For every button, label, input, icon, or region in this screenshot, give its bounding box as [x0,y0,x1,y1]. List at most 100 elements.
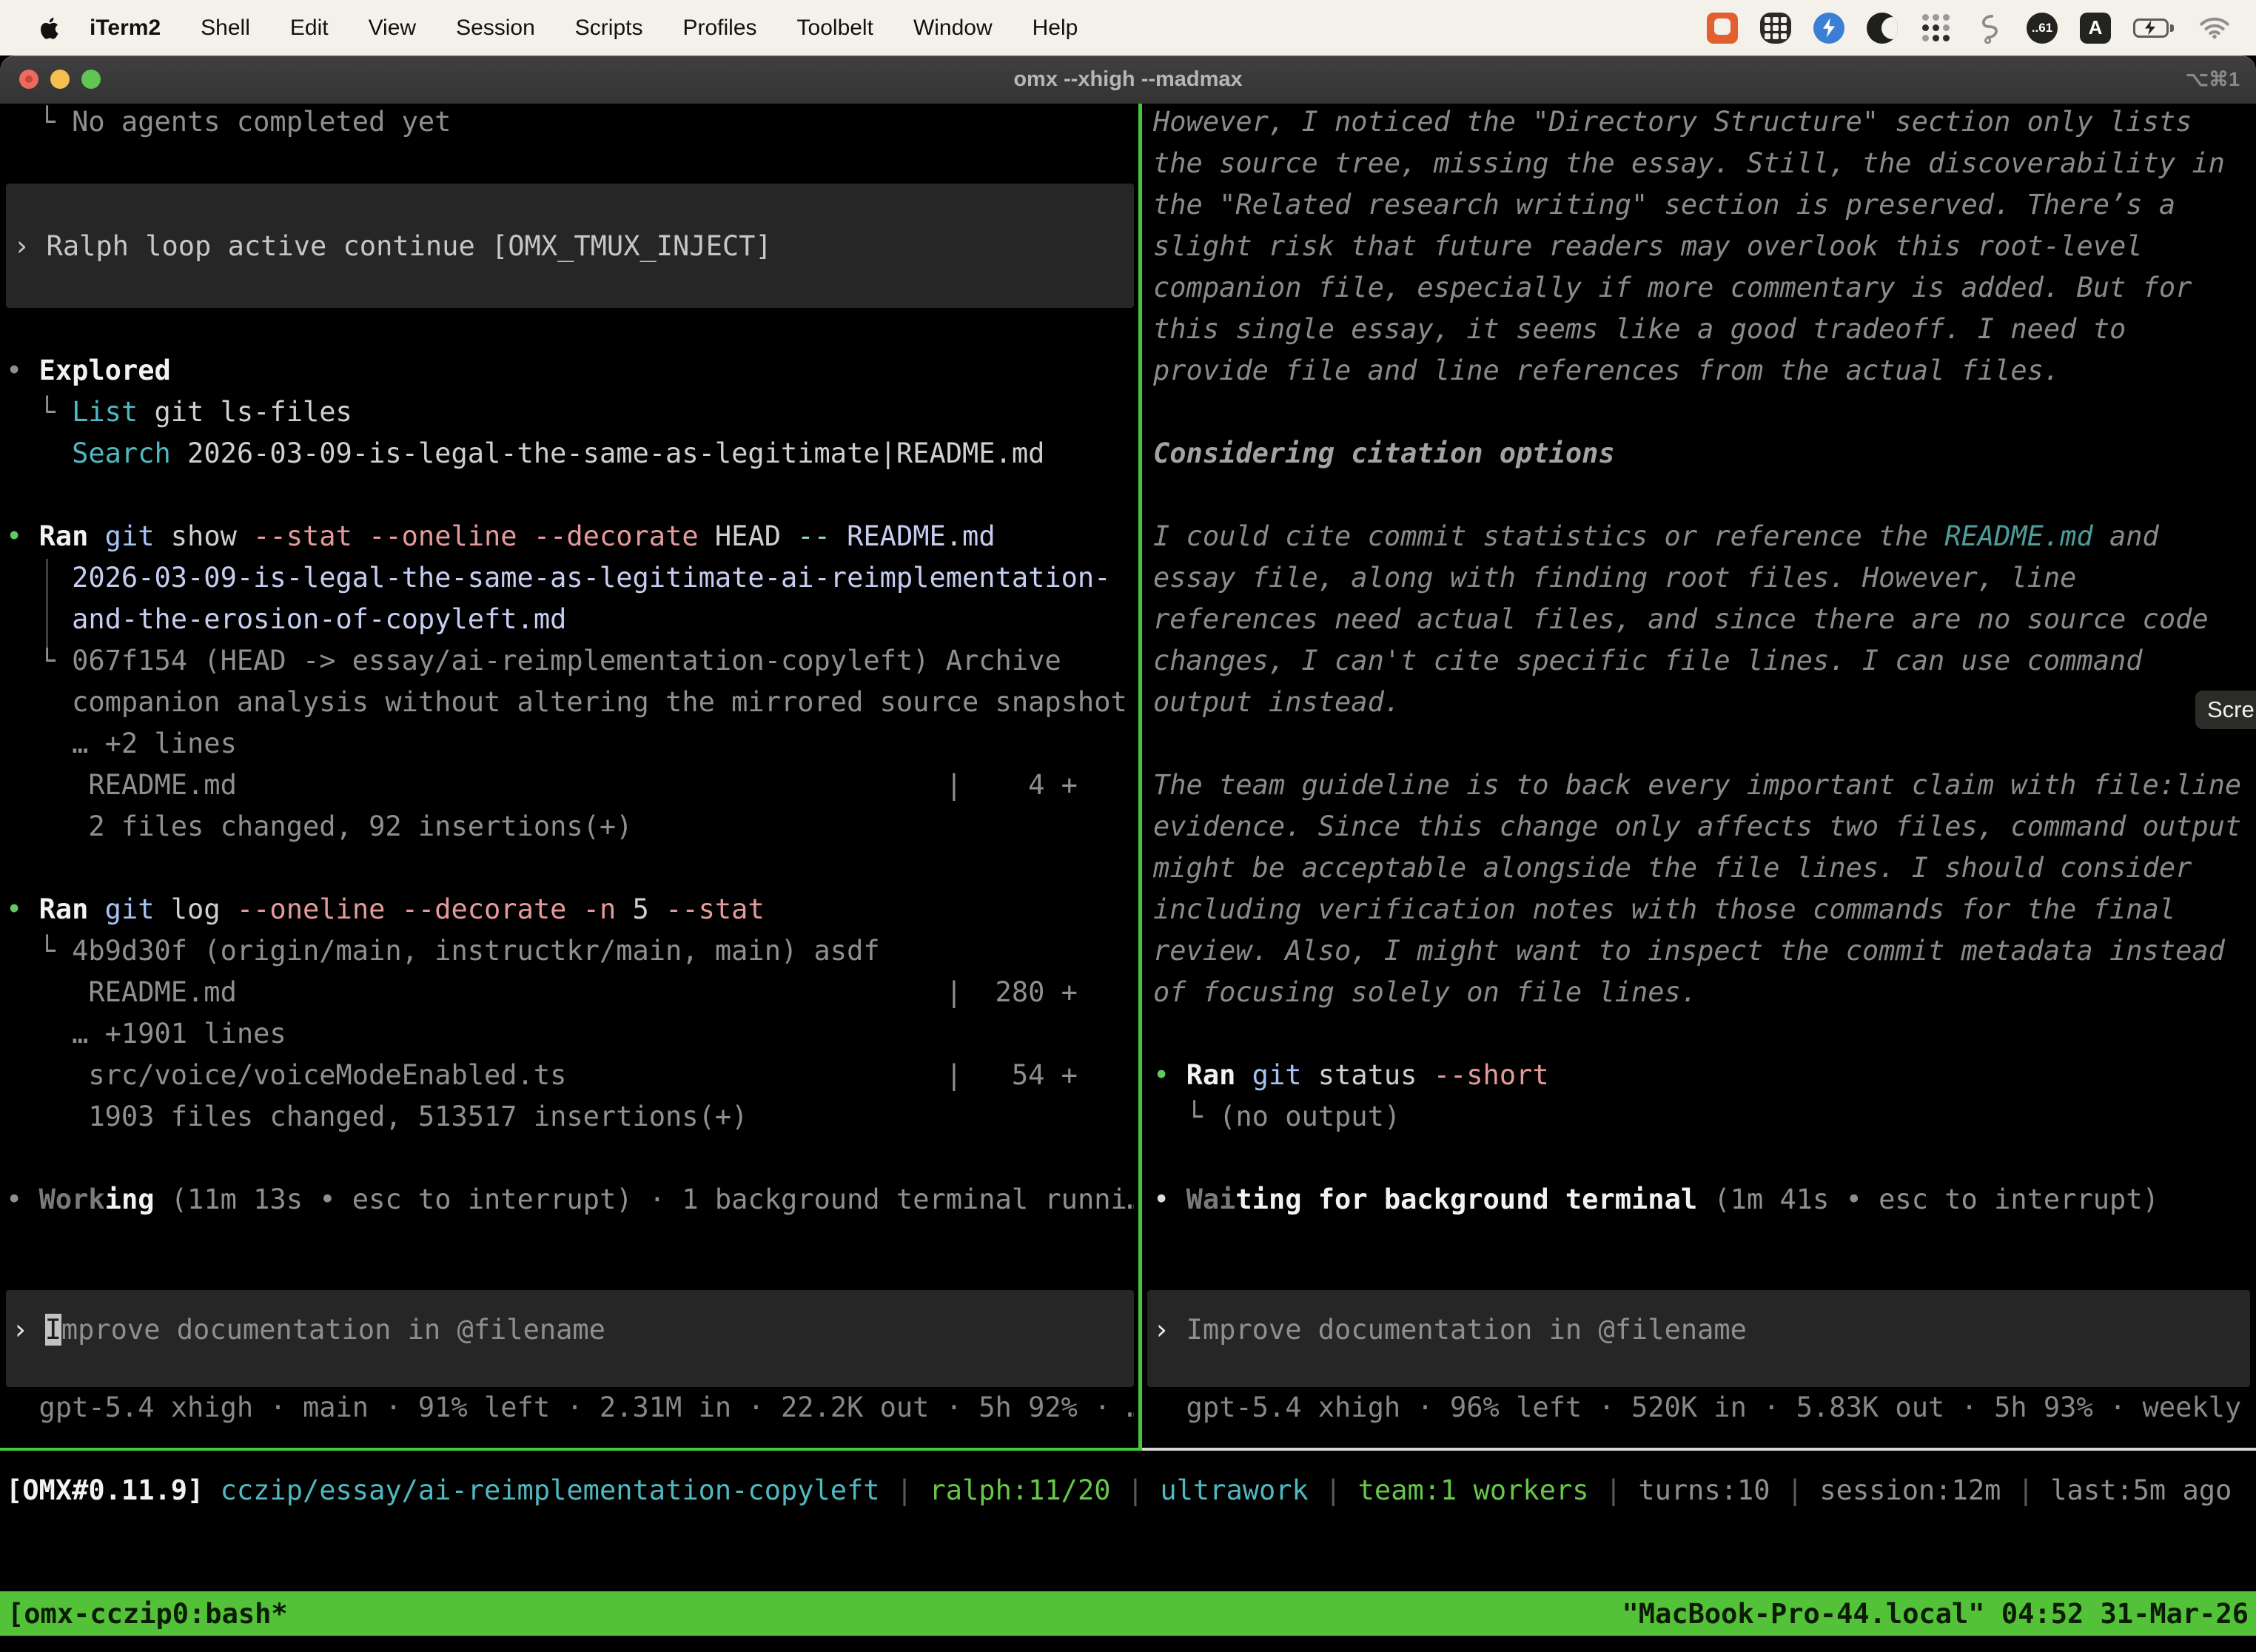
percent-badge-icon[interactable]: ..61 [2027,13,2058,44]
window-title: omx --xhigh --madmax [0,56,2256,104]
terminal-area[interactable]: └ No agents completed yet• Explored └ Li… [0,104,2256,1652]
terminal-line: essay file, along with finding root file… [1153,557,2076,599]
terminal-line: companion file, especially if more comme… [1153,267,2192,309]
omx-status-segment: session:12m [1819,1474,2001,1506]
terminal-line: • Ran git show --stat --oneline --decora… [6,516,996,557]
terminal-line: However, I noticed the "Directory Struct… [1153,104,2192,143]
omx-status-segment: | [880,1474,930,1506]
terminal-line: 2 files changed, 92 insertions(+) [6,806,632,847]
menu-item-iterm2[interactable]: iTerm2 [70,16,181,41]
terminal-text-segment: Search [72,437,171,469]
menu-item-window[interactable]: Window [893,16,1013,41]
battery-icon[interactable] [2133,13,2176,44]
menu-item-view[interactable]: View [349,16,436,41]
wifi-icon[interactable] [2198,13,2229,44]
terminal-line: └ List git ls-files [6,392,352,433]
terminal-text-segment: … +1901 lines [6,1018,286,1050]
contrast-icon[interactable] [1867,13,1898,44]
terminal-text-segment: including verification notes with those … [1153,893,2175,925]
terminal-text-segment: this single essay, it seems like a good … [1153,313,2126,345]
terminal-line: The team guideline is to back every impo… [1153,765,2241,806]
terminal-text-segment: ting for background terminal [1235,1183,1697,1215]
bolt-glyph [1823,19,1835,38]
menu-item-help[interactable]: Help [1013,16,1098,41]
terminal-line: and-the-erosion-of-copyleft.md [6,599,566,640]
terminal-text-segment: • [1153,1183,1186,1215]
terminal-text-segment: git [88,893,154,925]
terminal-text-segment: I could cite commit statistics or refere… [1153,520,1944,552]
battery-nub [2170,24,2174,32]
menu-item-scripts[interactable]: Scripts [555,16,663,41]
menu-status-icons: ..61 A [1707,0,2229,56]
dots-grid-icon[interactable] [1920,13,1951,44]
terminal-line: references need actual files, and since … [1153,599,2209,640]
terminal-text-segment: --short [1417,1059,1548,1091]
omx-status-segment: last:5m ago [2050,1474,2232,1506]
terminal-text-segment: --oneline --decorate [221,893,567,925]
terminal-line: companion analysis without altering the … [6,682,1127,723]
menu-item-session[interactable]: Session [436,16,555,41]
terminal-line: … +2 lines [6,723,237,765]
menu-item-toolbelt[interactable]: Toolbelt [777,16,893,41]
terminal-line: I could cite commit statistics or refere… [1153,516,2159,557]
terminal-text-segment: the source tree, missing the essay. Stil… [1153,147,2225,179]
apple-menu[interactable] [37,13,62,43]
menu-item-profiles[interactable]: Profiles [662,16,776,41]
terminal-line: └ (no output) [1153,1096,1400,1138]
menu-item-shell[interactable]: Shell [181,16,270,41]
terminal-text-segment: output instead. [1153,686,1400,718]
terminal-text-segment: 2 files changed, 92 insertions(+) [6,810,632,842]
tree-guide-line [46,559,48,648]
pane-divider[interactable] [1138,104,1142,1451]
terminal-text-segment: (11m 13s • esc to interrupt) · 1 backgro… [155,1183,1135,1215]
terminal-text-segment: 5 [616,893,649,925]
terminal-text-segment: Considering citation options [1153,437,1615,469]
omx-status-segment: cczip/essay/ai-reimplementation-copyleft [221,1474,880,1506]
omx-status-segment: [OMX#0.11.9] [6,1474,221,1506]
right-prompt-input[interactable]: › Improve documentation in @filename [1147,1290,2250,1387]
terminal-text-segment: -- [781,520,830,552]
terminal-text-segment: └ 4b9d30f (origin/main, instructkr/main,… [6,935,880,967]
terminal-text-segment: Wai [1186,1183,1236,1215]
terminal-line: this single essay, it seems like a good … [1153,309,2126,350]
badge-icon[interactable] [1813,13,1844,44]
menu-item-edit[interactable]: Edit [270,16,349,41]
left-prompt-input[interactable]: › Improve documentation in @filename [6,1290,1134,1387]
terminal-text-segment: git [88,520,154,552]
terminal-text-segment: • [6,355,39,386]
right-pane: However, I noticed the "Directory Struct… [1153,104,2256,1448]
terminal-line: • Working (11m 13s • esc to interrupt) ·… [6,1179,1134,1220]
omx-status-segment: team:1 workers [1358,1474,1589,1506]
window-title-bar[interactable]: omx --xhigh --madmax ⌥⌘1 [0,56,2256,104]
terminal-text-segment: (1m 41s • esc to interrupt) [1697,1183,2159,1215]
screen: { "menu_bar": { "app_menu_items": ["iTer… [0,0,2256,1652]
terminal-line: 2026-03-09-is-legal-the-same-as-legitima… [6,557,1110,599]
chat-icon-hole [1714,19,1730,35]
terminal-text-segment: README.md [1944,520,2092,552]
omx-status-segment: | [1770,1474,1820,1506]
screen-indicator-tooltip[interactable]: Scre [2195,691,2256,729]
terminal-text-segment: └ (no output) [1153,1101,1400,1132]
keyboard-layout-icon[interactable]: A [2080,13,2111,44]
terminal-text-segment: README.md | 4 + [6,769,1078,801]
terminal-text-segment: • [6,520,39,552]
terminal-text-segment: └ [6,396,72,428]
menu-items: iTerm2ShellEditViewSessionScriptsProfile… [70,16,1098,41]
terminal-line: README.md | 4 + [6,765,1078,806]
squiggle-icon[interactable] [1973,13,2004,44]
terminal-text-segment: git ls-files [138,396,352,428]
prompt-chevron: › [1153,1314,1186,1346]
input-placeholder: mprove documentation in @filename [61,1314,605,1346]
shield-icon[interactable] [1760,13,1791,44]
terminal-text-segment: companion file, especially if more comme… [1153,272,2192,303]
terminal-line: Considering citation options [1153,433,1615,474]
chat-icon[interactable] [1707,13,1738,44]
terminal-text-segment: companion analysis without altering the … [6,686,1127,718]
prompt-chevron: › [12,1314,45,1346]
terminal-text-segment: evidence. Since this change only affects… [1153,810,2241,842]
terminal-text-segment: … +2 lines [6,728,237,759]
terminal-line: the "Related research writing" section i… [1153,184,2175,226]
terminal-text-segment: review. Also, I might want to inspect th… [1153,935,2225,967]
terminal-text-segment: of focusing solely on file lines. [1153,976,1697,1008]
right-pane-border [1142,1448,2256,1451]
